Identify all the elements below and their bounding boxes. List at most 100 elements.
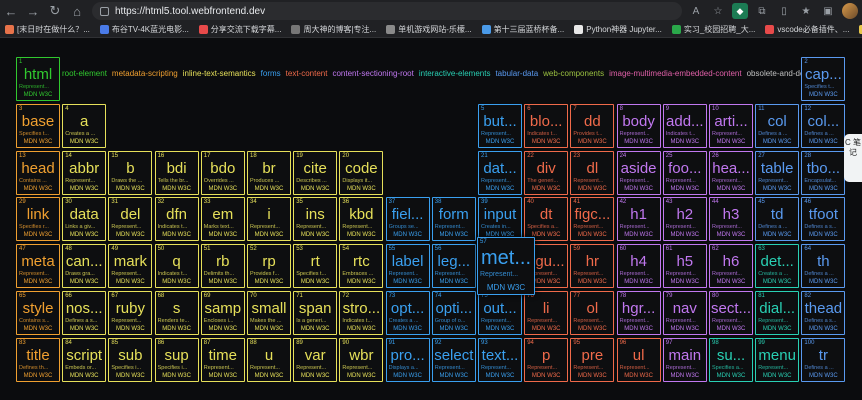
tile-doc-links[interactable]: MDN W3C [525,139,567,146]
element-tile-data[interactable]: 30 data Links a giv... MDN W3C [62,197,107,242]
element-tile-dl[interactable]: 23 dl Represent... MDN W3C [570,150,615,195]
element-tile-body[interactable]: 8 body Represent... MDN W3C [616,103,661,148]
element-tile-sub[interactable]: 85 sub Specifies i... MDN W3C [108,337,153,382]
element-tile-script[interactable]: 84 script Embeds or... MDN W3C [62,337,107,382]
element-tile-style[interactable]: 65 style Contains s... MDN W3C [16,291,60,335]
element-tile-dat...[interactable]: 21 dat... Represent... MDN W3C [478,150,522,195]
tile-doc-links[interactable]: MDN W3C [248,232,290,239]
tile-doc-links[interactable]: MDN W3C [109,279,151,286]
favorites-icon[interactable]: ★ [798,3,814,19]
tile-doc-links[interactable]: MDN W3C [618,373,660,380]
tile-doc-links[interactable]: MDN W3C [433,326,475,333]
legend-item-interactive-elements[interactable]: interactive-elements [419,69,491,78]
element-tile-h1[interactable]: 42 h1 Represent... MDN W3C [616,197,661,242]
bookmark-item[interactable]: 周大神的博客|专注... [286,24,381,35]
element-tile-p[interactable]: 94 p Represent... MDN W3C [524,337,569,382]
tile-doc-links[interactable]: MDN W3C [802,92,844,99]
element-tile-menu[interactable]: 99 menu Represent... MDN W3C [755,337,800,382]
tile-doc-links[interactable]: MDN W3C [63,373,105,380]
legend-item-root-element[interactable]: root-element [62,69,107,78]
element-tile-select[interactable]: 92 select Represent... MDN W3C [431,337,476,382]
legend-item-forms[interactable]: forms [261,69,281,78]
element-tile-rtc[interactable]: 54 rtc Embraces ... MDN W3C [339,244,384,289]
element-tile-ruby[interactable]: 67 ruby Represent... MDN W3C [108,291,153,335]
element-tile-tr[interactable]: 100 tr Defines a ... MDN W3C [801,337,846,382]
element-tile-h5[interactable]: 61 h5 Represent... MDN W3C [662,244,707,289]
element-tile-del[interactable]: 31 del Represent... MDN W3C [108,197,153,242]
element-tile-text...[interactable]: 93 text... Represent... MDN W3C [478,337,522,382]
element-tile-ol[interactable]: 77 ol Represent... MDN W3C [570,291,615,335]
tile-doc-links[interactable]: MDN W3C [109,373,151,380]
element-tile-tfoot[interactable]: 46 tfoot Defines a s... MDN W3C [801,197,846,242]
tile-doc-links[interactable]: MDN W3C [802,139,844,146]
bookmark-item[interactable]: Python神器 Jupyter... [569,24,667,35]
tile-doc-links[interactable]: MDN W3C [17,279,59,286]
tile-doc-links[interactable]: MDN W3C [664,279,706,286]
side-notes-tab[interactable]: C 笔 记 [844,134,862,182]
element-tile-html[interactable]: 1 html Represent... MDN W3C [16,57,60,101]
tile-doc-links[interactable]: MDN W3C [202,232,244,239]
element-tile-add...[interactable]: 9 add... Indicates t... MDN W3C [662,103,707,148]
element-tile-pre[interactable]: 95 pre Represent... MDN W3C [570,337,615,382]
element-tile-h2[interactable]: 43 h2 Represent... MDN W3C [662,197,707,242]
element-tile-u[interactable]: 88 u Represent... MDN W3C [247,337,291,382]
bookmark-item[interactable]: vscode必备插件、... [760,24,854,35]
tile-doc-links[interactable]: MDN W3C [571,232,613,239]
bookmark-item[interactable]: 实习_校园招聘_大... [667,24,761,35]
tile-doc-links[interactable]: MDN W3C [340,232,382,239]
tile-doc-links[interactable]: MDN W3C [387,326,429,333]
tile-doc-links[interactable]: MDN W3C [17,186,59,193]
element-tile-col...[interactable]: 12 col... Defines a ... MDN W3C [801,103,846,148]
element-tile-opti...[interactable]: 74 opti... Group of o... MDN W3C [431,291,476,335]
tile-doc-links[interactable]: MDN W3C [571,279,613,286]
element-tile-meta[interactable]: 47 meta Represent... MDN W3C [16,244,60,289]
element-tile-can...[interactable]: 48 can... Draws gra... MDN W3C [62,244,107,289]
element-tile-nos...[interactable]: 66 nos... Defines a s... MDN W3C [62,291,107,335]
tile-doc-links[interactable]: MDN W3C [479,326,521,333]
tile-doc-links[interactable]: MDN W3C [802,232,844,239]
legend-item-inline-text-semantics[interactable]: inline-text-semantics [183,69,256,78]
tile-doc-links[interactable]: MDN W3C [756,186,798,193]
tile-doc-links[interactable]: MDN W3C [618,186,660,193]
legend-item-metadata-scripting[interactable]: metadata-scripting [112,69,178,78]
element-tile-div[interactable]: 22 div The generi... MDN W3C [524,150,569,195]
tile-doc-links[interactable]: MDN W3C [248,326,290,333]
tile-doc-links[interactable]: MDN W3C [387,373,429,380]
tile-doc-links[interactable]: MDN W3C [710,373,752,380]
element-tile-table[interactable]: 27 table Represent... MDN W3C [755,150,800,195]
element-tile-det...[interactable]: 63 det... Creates a ... MDN W3C [755,244,800,289]
element-tile-span[interactable]: 71 span Is a generi... MDN W3C [293,291,338,335]
element-tile-mark[interactable]: 49 mark Represent... MDN W3C [108,244,153,289]
tile-doc-links[interactable]: MDN W3C [571,326,613,333]
element-tile-thead[interactable]: 82 thead Defines a s... MDN W3C [801,291,846,335]
element-tile-head[interactable]: 13 head Contains ... MDN W3C [16,150,60,195]
legend-item-content-sectioning-root[interactable]: content-sectioning-root [332,69,413,78]
tile-doc-links[interactable]: MDN W3C [710,279,752,286]
element-tile-h6[interactable]: 62 h6 Represent... MDN W3C [709,244,753,289]
tile-doc-links[interactable]: MDN W3C [756,139,798,146]
address-bar[interactable]: https://html5.tool.webfrontend.dev [92,2,682,20]
element-tile-dd[interactable]: 7 dd Provides t... MDN W3C [570,103,615,148]
tile-doc-links[interactable]: MDN W3C [248,373,290,380]
element-tile-sup[interactable]: 86 sup Specifies i... MDN W3C [154,337,199,382]
tile-doc-links[interactable]: MDN W3C [756,279,798,286]
element-tile-tbo...[interactable]: 28 tbo... Encapsulat... MDN W3C [801,150,846,195]
tile-doc-links[interactable]: MDN W3C [664,232,706,239]
element-tile-su...[interactable]: 98 su... Specifies a... MDN W3C [709,337,753,382]
element-tile-cap...[interactable]: 2 cap... Specifies t... MDN W3C [801,57,846,101]
element-tile-leg...[interactable]: 56 leg... Represent... MDN W3C [431,244,476,289]
element-tile-time[interactable]: 87 time Represent... MDN W3C [200,337,245,382]
tile-doc-links[interactable]: MDN W3C [802,326,844,333]
element-tile-b[interactable]: 15 b Draws the ... MDN W3C [108,150,153,195]
forward-icon[interactable]: → [22,0,44,22]
tile-doc-links[interactable]: MDN W3C [618,139,660,146]
tile-doc-links[interactable]: MDN W3C [202,373,244,380]
extensions-icon[interactable]: ⧉ [754,3,770,19]
tile-doc-links[interactable]: MDN W3C [433,232,475,239]
tile-doc-links[interactable]: MDN W3C [571,186,613,193]
element-tile-bdo[interactable]: 17 bdo Overrides ... MDN W3C [200,150,245,195]
tile-doc-links[interactable]: MDN W3C [202,186,244,193]
element-tile-fiel...[interactable]: 37 fiel... Groups se... MDN W3C [385,197,430,242]
element-tile-small[interactable]: 70 small Makes the ... MDN W3C [247,291,291,335]
element-tile-var[interactable]: 89 var Represent... MDN W3C [293,337,338,382]
